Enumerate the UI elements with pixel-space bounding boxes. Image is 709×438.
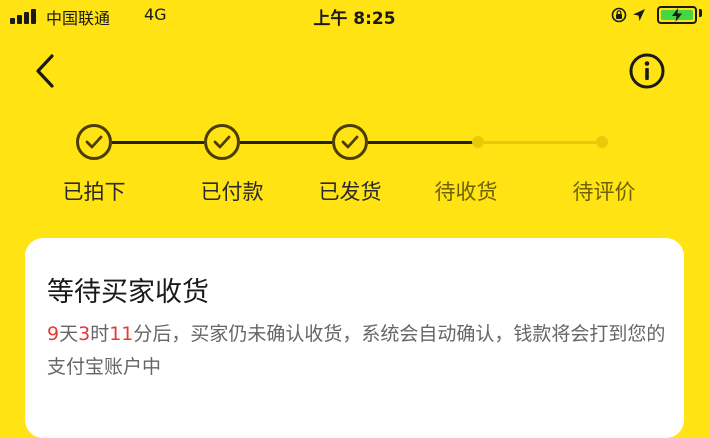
rotation-lock-icon — [611, 7, 627, 23]
step-2-check-icon — [204, 124, 240, 160]
countdown-hours-unit: 时 — [90, 323, 110, 345]
auto-confirm-description: 9天3时11分后，买家仍未确认收货，系统会自动确认，钱款将会打到您的支付宝账户中 — [47, 318, 667, 384]
step-label-3: 已发货 — [318, 180, 382, 204]
step-label-2: 已付款 — [200, 180, 264, 204]
clock: 上午 8:25 — [313, 9, 396, 29]
step-1-check-icon — [76, 124, 112, 160]
step-4-dot — [472, 136, 484, 148]
status-bar: 中国联通 4G 上午 8:25 — [0, 0, 709, 32]
battery-icon — [657, 6, 697, 24]
battery-cap — [699, 9, 702, 17]
countdown-hours: 3 — [78, 323, 91, 345]
step-label-1: 已拍下 — [62, 180, 126, 204]
step-line — [368, 141, 476, 144]
step-line — [240, 141, 332, 144]
countdown-days-unit: 天 — [59, 323, 79, 345]
countdown-minutes-unit: 分后， — [133, 323, 191, 345]
step-label-5: 待评价 — [572, 180, 636, 204]
countdown-days: 9 — [47, 323, 60, 345]
step-3-check-icon — [332, 124, 368, 160]
info-circle-icon — [629, 53, 665, 89]
step-label-4: 待收货 — [434, 180, 498, 204]
step-line — [112, 141, 204, 144]
step-line-pending — [484, 141, 596, 144]
step-5-dot — [596, 136, 608, 148]
order-status-title: 等待买家收货 — [47, 277, 209, 308]
order-progress: 已拍下 已付款 已发货 待收货 待评价 — [0, 110, 709, 220]
location-icon — [633, 9, 645, 21]
chevron-left-icon — [36, 54, 54, 88]
countdown-minutes: 11 — [109, 323, 134, 345]
info-button[interactable] — [628, 52, 666, 90]
order-status-card: 等待买家收货 9天3时11分后，买家仍未确认收货，系统会自动确认，钱款将会打到您… — [25, 238, 684, 438]
back-button[interactable] — [30, 52, 64, 90]
